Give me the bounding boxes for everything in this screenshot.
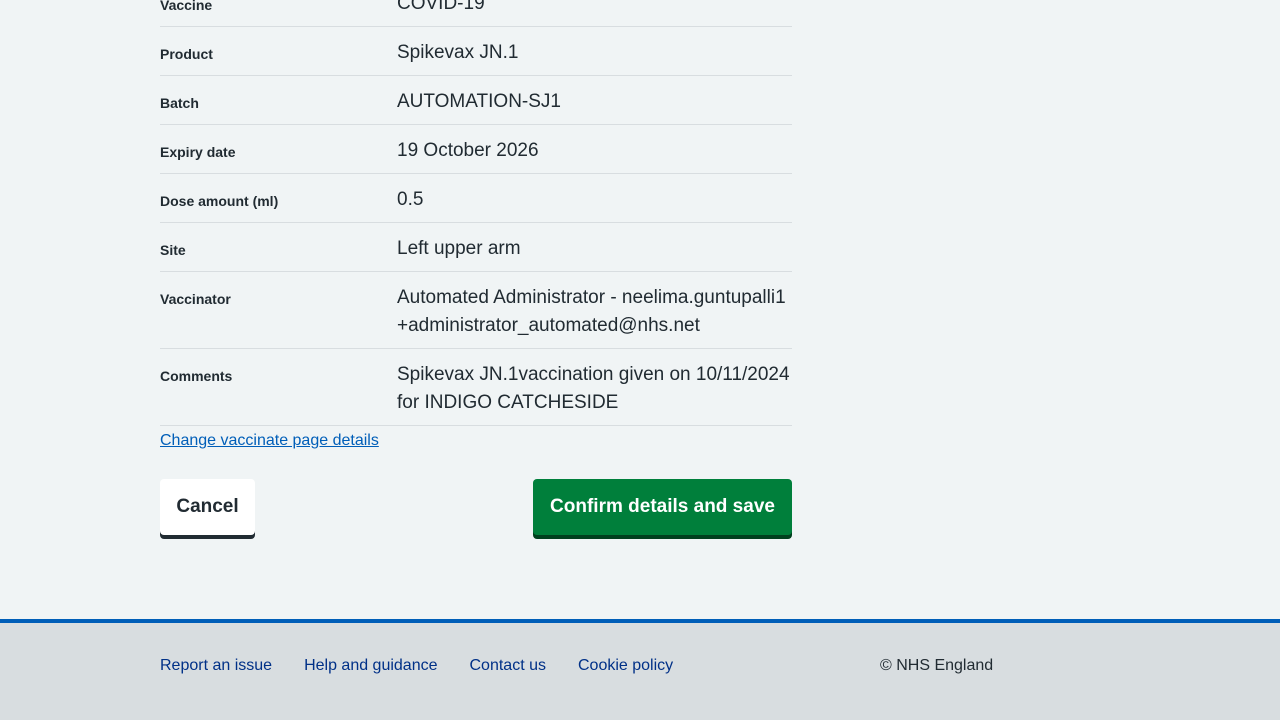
summary-row-expiry-date: Expiry date 19 October 2026 [160,125,792,174]
summary-key: Vaccine [160,0,213,13]
summary-row-product: Product Spikevax JN.1 [160,27,792,76]
summary-value: COVID-19 [397,0,485,14]
summary-key: Comments [160,368,233,384]
footer-link-contact-us[interactable]: Contact us [470,657,546,675]
summary-key: Dose amount (ml) [160,193,279,209]
summary-value: Spikevax JN.1vaccination given on 10/11/… [397,364,790,413]
summary-row-batch: Batch AUTOMATION-SJ1 [160,76,792,125]
confirm-and-save-button[interactable]: Confirm details and save [533,479,792,535]
summary-value: AUTOMATION-SJ1 [397,91,561,112]
summary-value: Spikevax JN.1 [397,42,519,63]
summary-key: Product [160,46,213,62]
summary-row-vaccinator: Vaccinator Automated Administrator - nee… [160,272,792,349]
summary-value: Automated Administrator - neelima.guntup… [397,287,786,336]
form-actions: Cancel Confirm details and save [160,479,792,539]
copyright-text: © NHS England [880,657,994,674]
summary-key: Vaccinator [160,291,231,307]
footer-link-report-issue[interactable]: Report an issue [160,657,272,675]
summary-row-site: Site Left upper arm [160,223,792,272]
change-vaccinate-details-link[interactable]: Change vaccinate page details [160,432,379,450]
summary-row-vaccine: Vaccine COVID-19 [160,0,792,27]
summary-value: Left upper arm [397,238,521,259]
summary-key: Batch [160,95,199,111]
vaccination-summary: Vaccine COVID-19 Product Spikevax JN.1 B… [160,0,792,450]
cancel-button[interactable]: Cancel [160,479,255,535]
footer-link-help-guidance[interactable]: Help and guidance [304,657,437,675]
summary-value: 19 October 2026 [397,140,539,161]
footer: Report an issue Help and guidance Contac… [0,619,1280,720]
footer-links: Report an issue Help and guidance Contac… [160,657,673,675]
footer-link-cookie-policy[interactable]: Cookie policy [578,657,673,675]
summary-row-dose-amount: Dose amount (ml) 0.5 [160,174,792,223]
summary-key: Expiry date [160,144,236,160]
summary-key: Site [160,242,186,258]
summary-value: 0.5 [397,189,424,210]
summary-row-comments: Comments Spikevax JN.1vaccination given … [160,349,792,426]
